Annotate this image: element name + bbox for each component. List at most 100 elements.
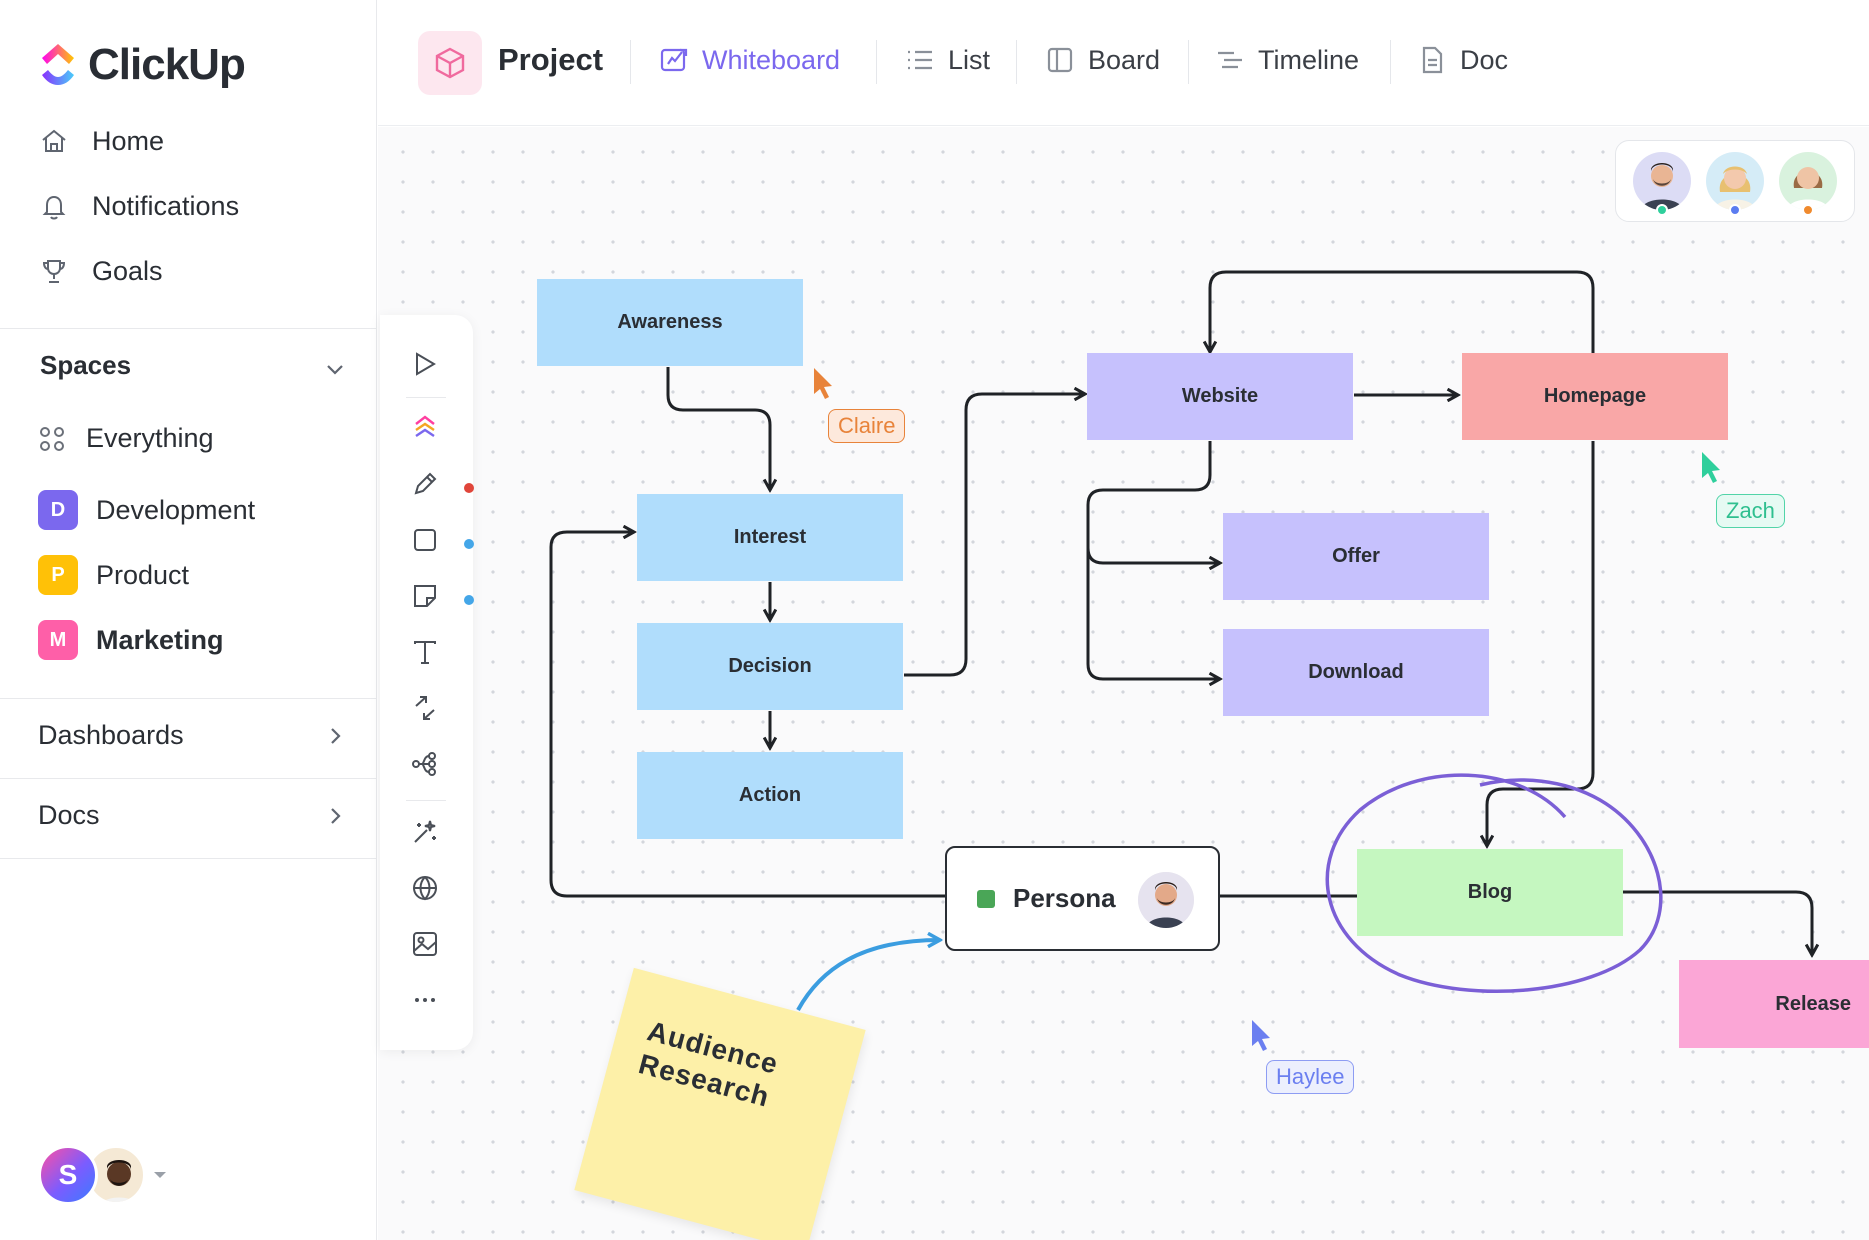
caret-down-icon [154, 1172, 166, 1178]
cursor-zach-label: Zach [1716, 494, 1785, 528]
sidebar: ClickUp Home Notifications Goals Spaces … [0, 0, 377, 1240]
text-tool[interactable] [408, 635, 442, 669]
avatar [1705, 152, 1764, 210]
persona-label: Persona [1013, 883, 1116, 913]
status-dot [1728, 204, 1741, 216]
mindmap-icon [412, 752, 436, 776]
chevron-right-icon [331, 727, 341, 744]
user-avatar-initial: S [38, 1145, 98, 1205]
dashboards-label: Dashboards [38, 720, 184, 750]
clickup-mark-icon [415, 415, 435, 437]
space-everything[interactable]: Everything [38, 423, 214, 454]
tab-board[interactable]: Board [1044, 44, 1160, 76]
tab-doc[interactable]: Doc [1416, 44, 1508, 76]
top-bar: Project Whiteboard List Board Timeline D… [378, 0, 1869, 126]
select-tool[interactable] [408, 347, 442, 381]
nav-notifications[interactable]: Notifications [38, 190, 239, 222]
space-badge-m: M [38, 620, 78, 660]
spaces-title: Spaces [40, 350, 132, 380]
sidebar-docs[interactable]: Docs [38, 800, 348, 831]
space-marketing-label: Marketing [96, 624, 224, 655]
node-interest[interactable]: Interest [637, 494, 903, 581]
cursor-haylee-label: Haylee [1266, 1060, 1355, 1094]
more-tools[interactable] [408, 983, 442, 1017]
shape-tool[interactable] [408, 523, 442, 557]
tab-list-label: List [948, 44, 991, 75]
sidebar-dashboards[interactable]: Dashboards [38, 720, 348, 751]
node-release[interactable]: Release [1679, 960, 1869, 1048]
tab-whiteboard[interactable]: Whiteboard [658, 44, 840, 76]
pointer-icon [416, 352, 436, 376]
chevron-right-icon [331, 807, 341, 824]
node-decision[interactable]: Decision [637, 623, 903, 710]
tab-separator [630, 40, 631, 84]
nav-goals[interactable]: Goals [38, 255, 163, 287]
node-awareness[interactable]: Awareness [537, 279, 803, 366]
tab-separator [1188, 40, 1189, 84]
tab-separator [876, 40, 877, 84]
nav-home-label: Home [92, 125, 165, 156]
tab-separator [1390, 40, 1391, 84]
node-homepage[interactable]: Homepage [1462, 353, 1728, 440]
persona-card[interactable]: Persona [945, 846, 1220, 951]
color-dot-blue [464, 595, 474, 605]
tab-list[interactable]: List [904, 44, 990, 76]
clickup-logo[interactable]: ClickUp [38, 40, 246, 90]
space-development-label: Development [96, 494, 256, 525]
space-product[interactable]: P Product [38, 555, 189, 595]
palette-divider [406, 397, 446, 398]
cube-icon [435, 47, 465, 79]
sticky-note-text: Audience Research [635, 1015, 782, 1113]
collaborators[interactable] [1615, 140, 1855, 222]
collaborator-1[interactable] [1633, 152, 1692, 216]
project-icon [418, 31, 482, 95]
clickup-ai-tool[interactable] [408, 410, 442, 444]
space-development[interactable]: D Development [38, 490, 255, 530]
tab-whiteboard-label: Whiteboard [702, 44, 841, 75]
pen-tool[interactable] [408, 467, 442, 501]
globe-icon [413, 876, 437, 901]
sticky-note-tool[interactable] [408, 579, 442, 613]
node-website[interactable]: Website [1087, 353, 1353, 440]
magic-tool[interactable] [408, 815, 442, 849]
palette-divider [406, 800, 446, 801]
sidebar-divider [0, 328, 377, 329]
sidebar-divider [0, 858, 377, 859]
persona-status-square [977, 889, 995, 908]
collaborator-3[interactable] [1778, 152, 1837, 216]
connector-icon [415, 696, 435, 720]
tab-doc-label: Doc [1460, 44, 1509, 75]
color-dot-red [464, 483, 474, 493]
user-menu[interactable]: S [38, 1145, 166, 1205]
node-offer[interactable]: Offer [1223, 513, 1489, 600]
chevron-down-icon[interactable] [322, 356, 348, 382]
image-tool[interactable] [408, 927, 442, 961]
cursor-zach-icon [1702, 452, 1720, 483]
tab-timeline-label: Timeline [1258, 44, 1360, 75]
bell-icon [42, 195, 66, 220]
cursor-haylee-icon [1252, 1020, 1270, 1051]
cursor-claire-icon [814, 368, 832, 399]
collaborator-2[interactable] [1705, 152, 1764, 216]
logo-text: ClickUp [88, 40, 246, 89]
tab-timeline[interactable]: Timeline [1214, 44, 1359, 76]
doc-icon [1422, 46, 1443, 74]
grid-dots-icon [40, 426, 64, 451]
embed-web-tool[interactable] [408, 871, 442, 905]
status-dot [1801, 204, 1814, 216]
nav-notifications-label: Notifications [92, 190, 240, 221]
node-action[interactable]: Action [637, 752, 903, 839]
tab-separator [1016, 40, 1017, 84]
node-download[interactable]: Download [1223, 629, 1489, 716]
trophy-icon [42, 260, 66, 283]
node-blog[interactable]: Blog [1357, 849, 1623, 936]
space-marketing[interactable]: M Marketing [38, 620, 224, 660]
connector-tool[interactable] [408, 691, 442, 725]
sidebar-divider [0, 698, 377, 699]
timeline-icon [1218, 51, 1242, 69]
nav-home[interactable]: Home [38, 125, 164, 157]
image-icon [413, 932, 437, 956]
sidebar-divider [0, 778, 377, 779]
mindmap-tool[interactable] [408, 747, 442, 781]
space-badge-d: D [38, 490, 78, 530]
